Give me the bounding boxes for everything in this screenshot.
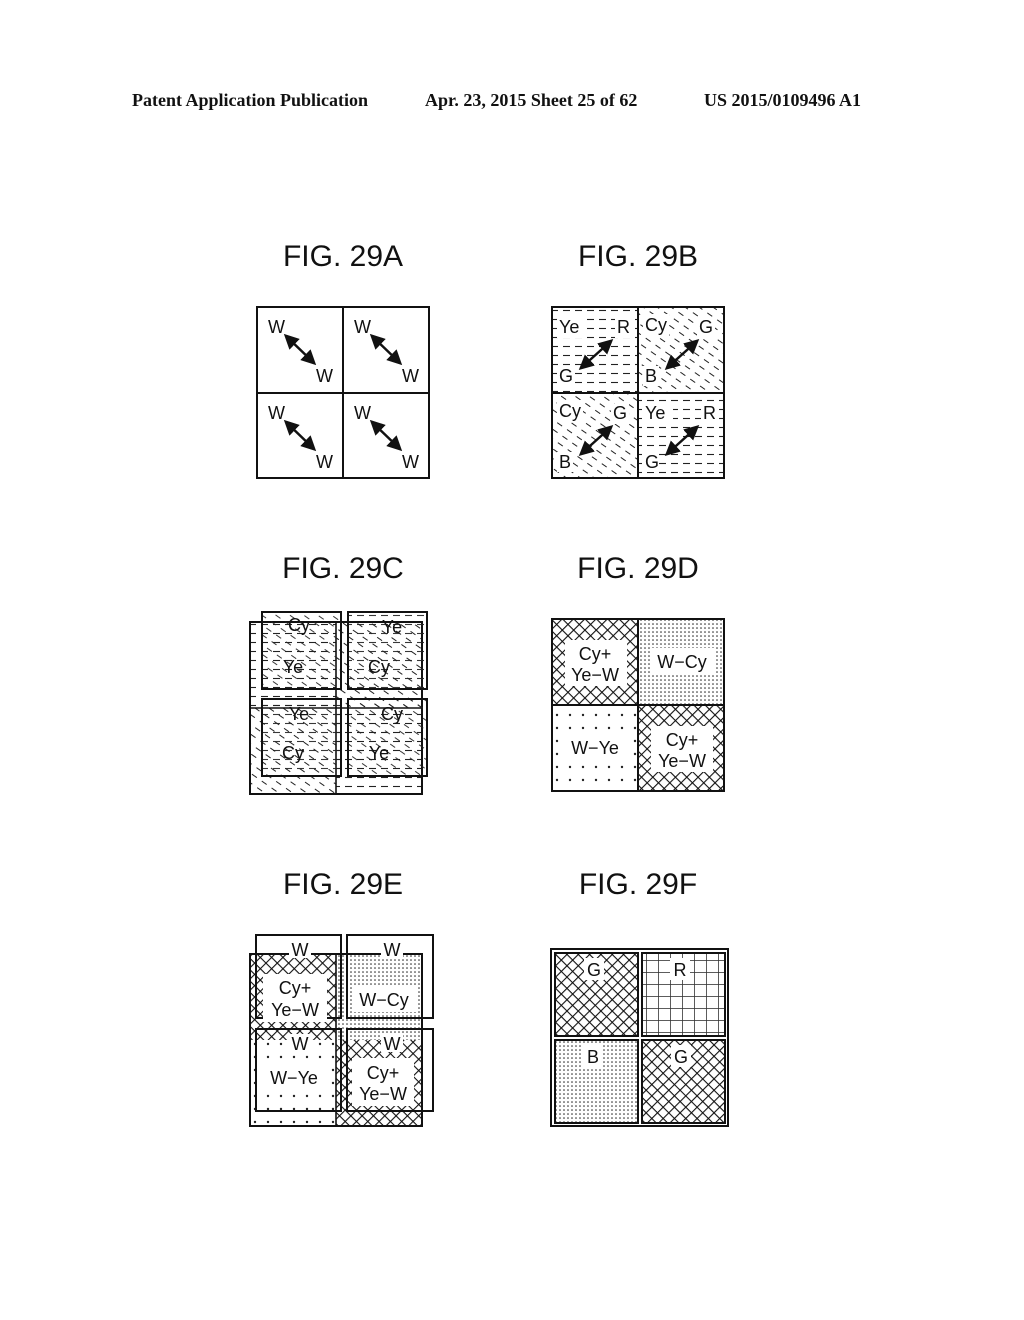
pixel-label: Ye <box>559 317 579 337</box>
pixel-label: R <box>703 403 716 423</box>
pixel-label: Cy+ <box>367 1063 400 1083</box>
pixel-label: Ye <box>382 617 402 637</box>
fig-29a-cell: W W <box>268 403 333 472</box>
pixel-label: G <box>645 452 659 472</box>
pixel-label: B <box>645 366 657 386</box>
pixel-label: B <box>559 452 571 472</box>
pixel-label: G <box>587 960 601 980</box>
pixel-label: Cy <box>368 657 390 677</box>
double-arrow-icon <box>369 333 403 366</box>
pixel-label: W <box>384 1034 401 1054</box>
pixel-label: Cy <box>288 615 310 635</box>
pixel-label: W <box>292 1034 309 1054</box>
pixel-label: Ye−W <box>571 665 619 685</box>
double-arrow-icon <box>369 419 403 452</box>
pixel-label: B <box>587 1047 599 1067</box>
pixel-label: Ye−W <box>271 1000 319 1020</box>
pixel-label: Cy+ <box>279 978 312 998</box>
pixel-label: W <box>316 452 333 472</box>
pixel-label: G <box>613 403 627 423</box>
pixel-label: W <box>268 317 285 337</box>
pixel-label: R <box>617 317 630 337</box>
fig-29a-title: FIG. 29A <box>282 240 404 273</box>
fig-29e-diagram: W Cy+ Ye−W W W−Cy W W−Ye W Cy+ Ye−W <box>249 934 434 1127</box>
pixel-label: Ye <box>369 743 389 763</box>
fig-29a-diagram: W W W W W W W W <box>256 306 430 479</box>
pixel-label: W <box>354 403 371 423</box>
pixel-label: G <box>699 317 713 337</box>
double-arrow-icon <box>283 419 317 452</box>
pixel-label: Cy <box>282 743 304 763</box>
pixel-label: Cy <box>559 401 581 421</box>
pixel-label: Ye <box>289 704 309 724</box>
pixel-label: G <box>559 366 573 386</box>
pixel-label: W <box>384 940 401 960</box>
pixel-label: R <box>674 960 687 980</box>
pixel-label: W <box>402 366 419 386</box>
header-date-sheet: Apr. 23, 2015 Sheet 25 of 62 <box>425 90 638 110</box>
fig-29b-title: FIG. 29B <box>577 240 699 273</box>
pixel-label: W <box>316 366 333 386</box>
double-arrow-icon <box>283 333 317 366</box>
fig-29f-title: FIG. 29F <box>578 868 698 901</box>
fig-29c-diagram: Cy Ye Ye Cy Ye Cy Cy Ye <box>249 611 428 795</box>
fig-29d-diagram: Cy+ Ye−W W−Cy W−Ye Cy+ Ye−W <box>551 618 725 792</box>
fig-29a-cell: W W <box>354 317 419 386</box>
pixel-label: W <box>268 403 285 423</box>
header-publication: Patent Application Publication <box>132 90 369 110</box>
pixel-label: Ye <box>645 403 665 423</box>
pixel-label: W−Ye <box>571 738 619 758</box>
pixel-label: W−Cy <box>359 990 409 1010</box>
pixel-label: W <box>292 940 309 960</box>
pixel-label: Cy <box>381 704 403 724</box>
fig-29d-cell: W−Ye <box>571 738 619 758</box>
fig-29a-cell: W W <box>268 317 333 386</box>
fig-29b-diagram: Ye R G Cy G B Cy G B Ye R G <box>551 306 725 479</box>
fig-29f-diagram: G R B G <box>550 948 729 1127</box>
pixel-label: W <box>402 452 419 472</box>
header-patent-number: US 2015/0109496 A1 <box>704 90 862 110</box>
fig-29a-cell: W W <box>354 403 419 472</box>
pixel-label: G <box>674 1047 688 1067</box>
pixel-label: Ye−W <box>658 751 706 771</box>
pixel-label: W−Cy <box>657 652 707 672</box>
pixel-label: Ye−W <box>359 1084 407 1104</box>
pixel-label: W−Ye <box>270 1068 318 1088</box>
fig-29e-title: FIG. 29E <box>282 868 404 901</box>
pixel-label: Cy+ <box>579 644 612 664</box>
pixel-label: Cy+ <box>666 730 699 750</box>
fig-29d-cell: W−Cy <box>657 652 707 672</box>
pixel-label: Ye <box>283 657 303 677</box>
pixel-label: Cy <box>645 315 667 335</box>
pixel-label: W <box>354 317 371 337</box>
fig-29d-title: FIG. 29D <box>577 552 699 585</box>
fig-29c-title: FIG. 29C <box>282 552 404 585</box>
